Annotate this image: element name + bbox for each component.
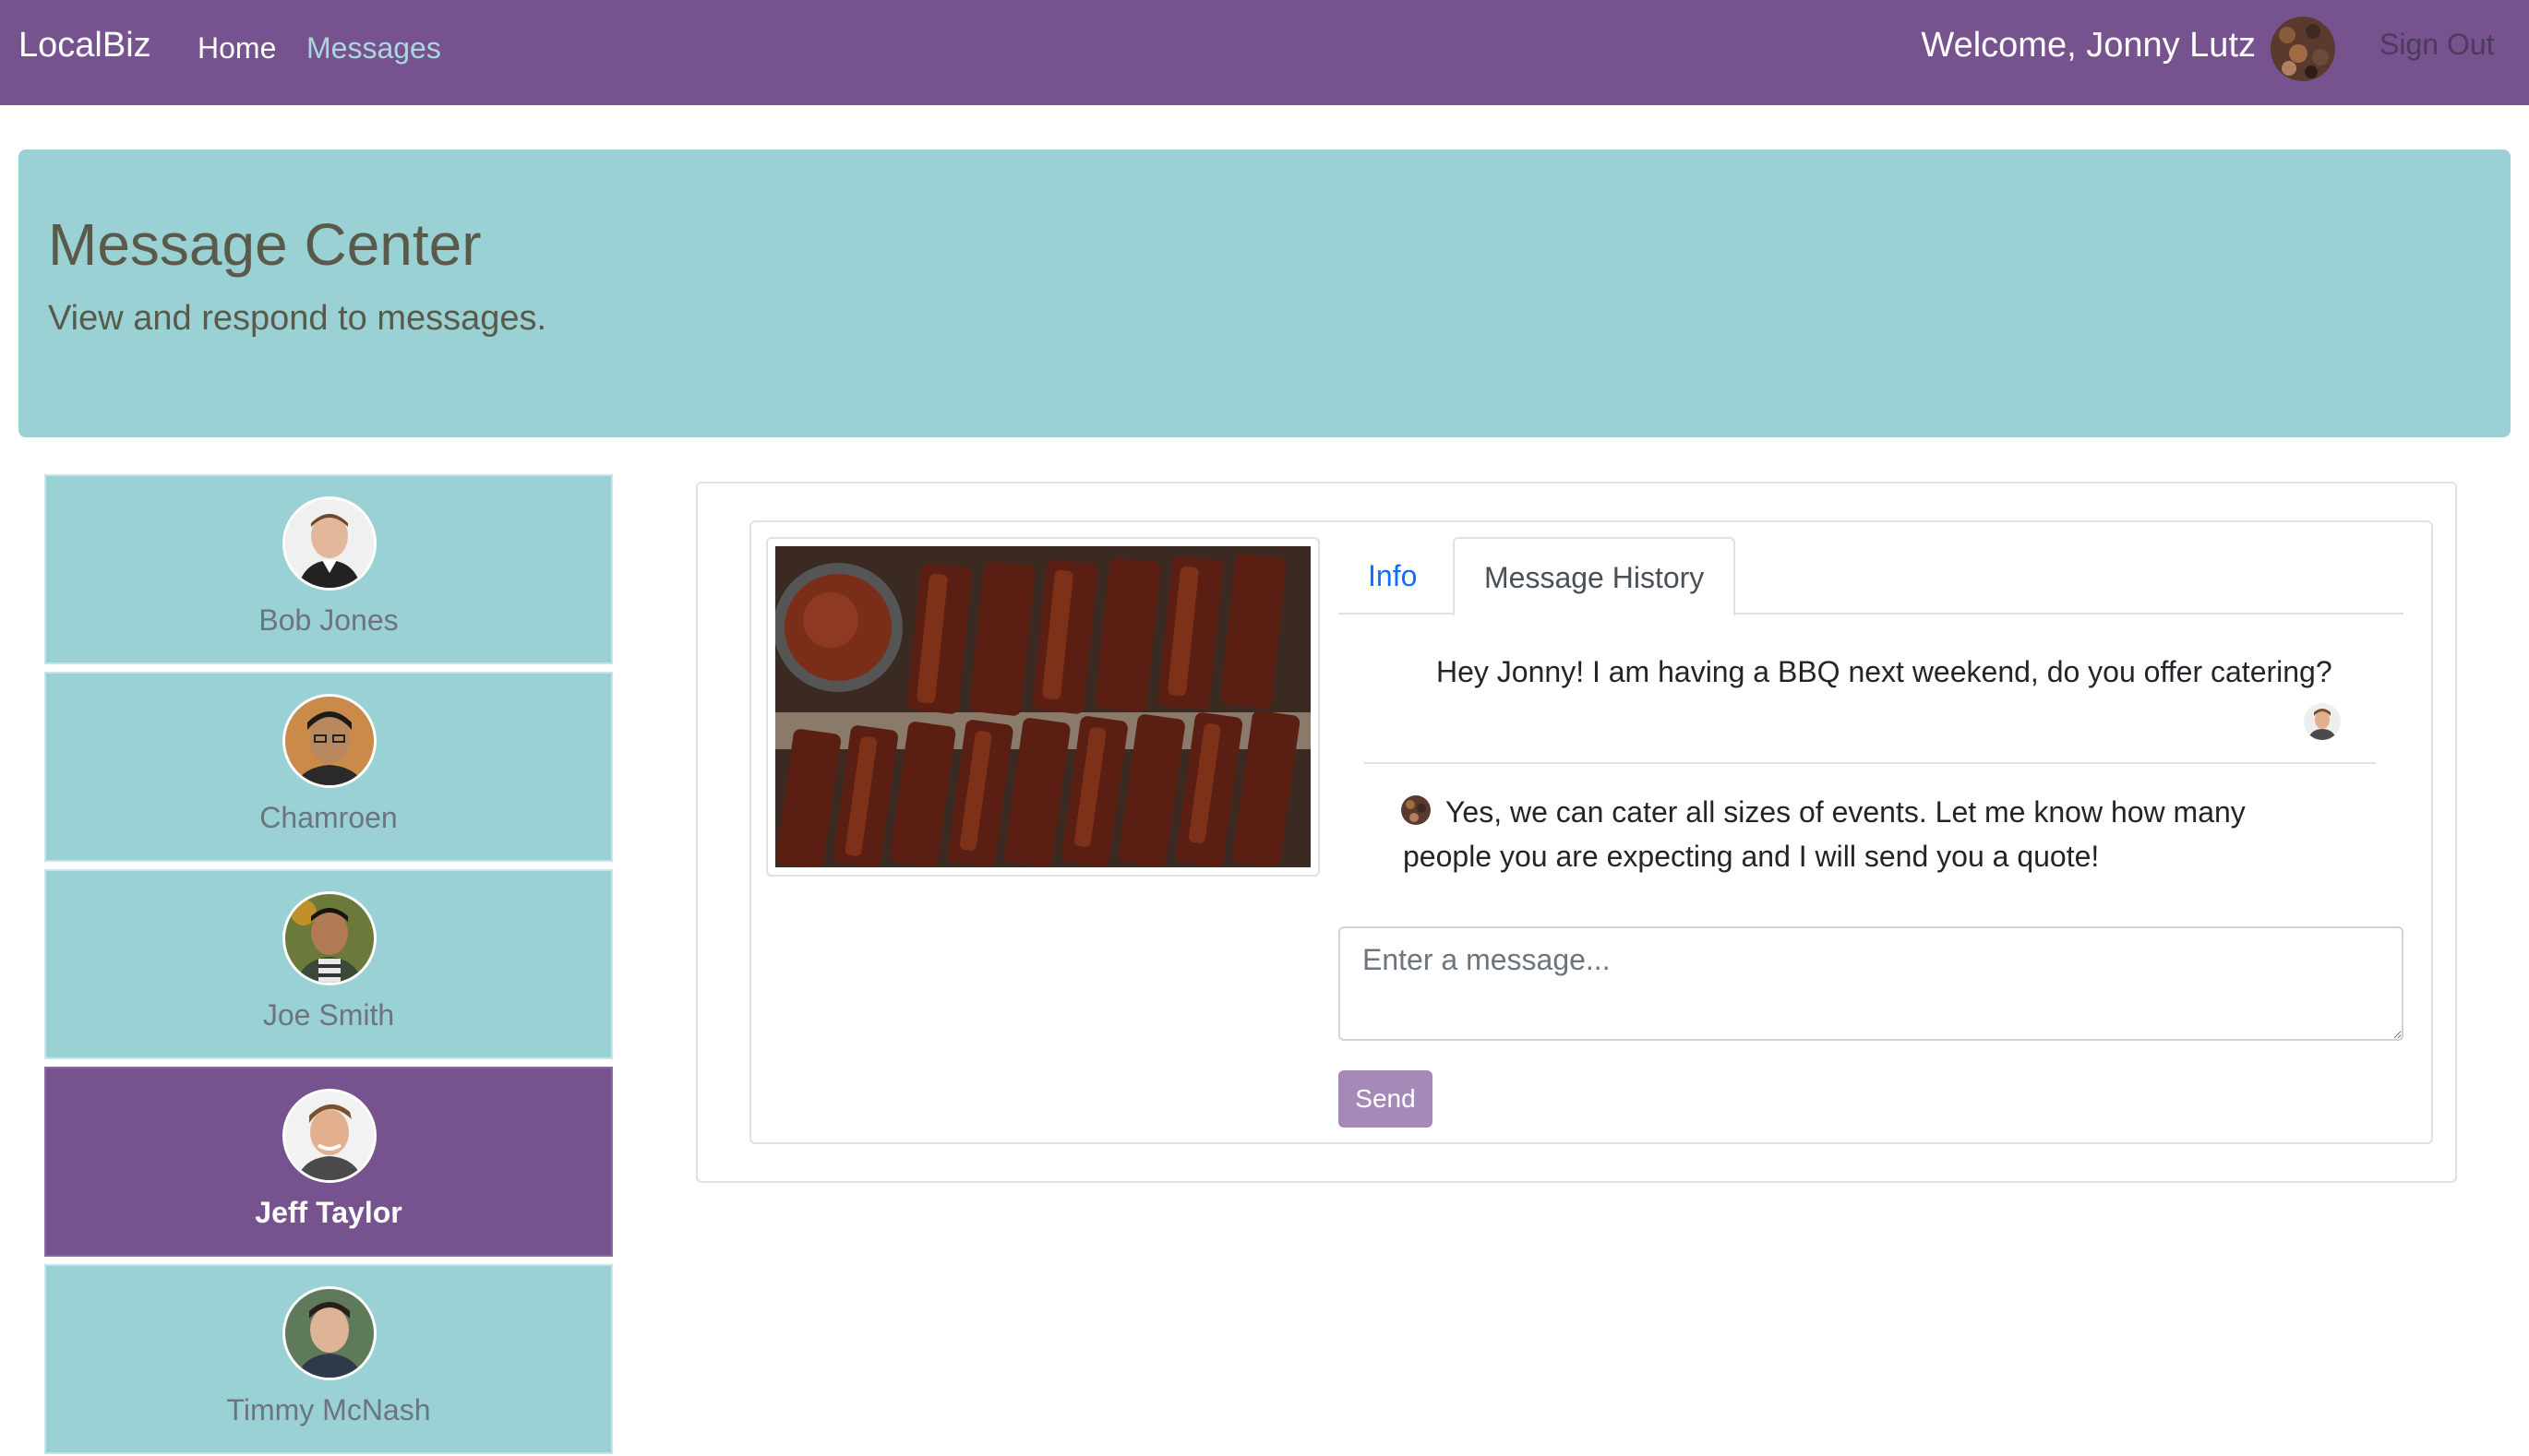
contact-item-jeff-taylor[interactable]: Jeff Taylor <box>44 1067 613 1257</box>
business-thumbnail <box>766 537 1320 877</box>
page-subtitle: View and respond to messages. <box>48 299 547 338</box>
top-navbar: LocalBiz Home Messages Welcome, Jonny Lu… <box>0 0 2529 105</box>
tab-message-history[interactable]: Message History <box>1453 537 1736 616</box>
page-title: Message Center <box>48 211 482 278</box>
contact-item-chamroen[interactable]: Chamroen <box>44 672 613 862</box>
tab-info[interactable]: Info <box>1338 537 1446 615</box>
incoming-message: Hey Jonny! I am having a BBQ next weeken… <box>1436 655 2332 688</box>
contact-avatar <box>282 496 377 591</box>
user-avatar[interactable] <box>2271 17 2335 81</box>
nav-link-home[interactable]: Home <box>198 31 276 66</box>
contact-item-timmy-mcnash[interactable]: Timmy McNash <box>44 1264 613 1454</box>
outgoing-message: Yes, we can cater all sizes of events. L… <box>1403 795 2246 873</box>
brand-logo[interactable]: LocalBiz <box>18 26 151 66</box>
contact-item-bob-jones[interactable]: Bob Jones <box>44 474 613 664</box>
send-button[interactable]: Send <box>1338 1070 1432 1128</box>
contact-name: Chamroen <box>259 801 398 834</box>
welcome-text: Welcome, Jonny Lutz <box>1921 26 2256 65</box>
bbq-ribs-image <box>775 546 1311 867</box>
contact-name: Joe Smith <box>262 998 395 1032</box>
message-divider <box>1364 762 2376 764</box>
contact-avatar <box>282 694 377 788</box>
sender-avatar <box>2304 703 2341 740</box>
contact-avatar <box>282 1286 377 1380</box>
conversation-tabs: Info Message History <box>1338 537 2403 616</box>
contact-item-joe-smith[interactable]: Joe Smith <box>44 869 613 1059</box>
contact-name: Timmy McNash <box>226 1393 431 1426</box>
contact-name: Jeff Taylor <box>255 1196 402 1229</box>
sign-out-link[interactable]: Sign Out <box>2379 28 2495 62</box>
page-header: Message Center View and respond to messa… <box>18 149 2511 437</box>
contact-avatar <box>282 891 377 985</box>
contact-avatar <box>282 1089 377 1183</box>
message-input[interactable] <box>1338 926 2403 1041</box>
contact-name: Bob Jones <box>258 603 399 637</box>
nav-link-messages[interactable]: Messages <box>306 31 441 66</box>
